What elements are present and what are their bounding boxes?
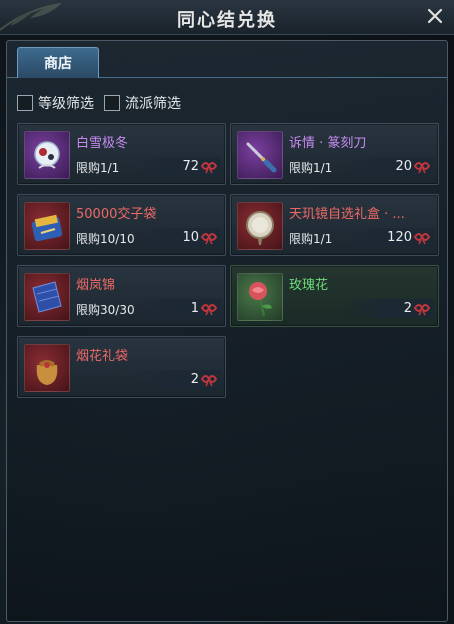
level-filter[interactable]: 等级筛选 <box>17 93 94 113</box>
item-icon-frame <box>24 344 70 392</box>
shop-item-card[interactable]: 诉情 · 篆刻刀 限购1/1 20 <box>230 123 439 185</box>
school-filter-checkbox[interactable] <box>104 95 120 111</box>
title-bar: 同心结兑换 <box>0 0 454 35</box>
concentric-knot-icon <box>200 375 218 387</box>
concentric-knot-icon <box>200 233 218 245</box>
item-purchase-limit: 限购1/1 <box>76 161 120 175</box>
carving-knife-icon <box>246 142 277 173</box>
item-price: 1 <box>190 301 199 316</box>
item-icon-frame <box>24 202 70 250</box>
concentric-knot-icon <box>200 304 218 316</box>
filter-row: 等级筛选 流派筛选 <box>17 93 181 113</box>
shop-item-card[interactable]: 天玑镜自选礼盒 · ... 限购1/1 120 <box>230 194 439 256</box>
level-filter-label: 等级筛选 <box>38 96 94 112</box>
brocade-icon <box>32 281 62 313</box>
item-icon-frame <box>237 273 283 321</box>
item-name: 烟岚锦 <box>76 278 116 293</box>
shop-item-card[interactable]: 玫瑰花 2 <box>230 265 439 327</box>
school-filter-label: 流派筛选 <box>125 96 181 112</box>
item-price: 2 <box>190 372 199 387</box>
item-purchase-limit: 限购30/30 <box>76 303 135 317</box>
item-name: 50000交子袋 <box>76 207 157 222</box>
snow-orb-icon <box>34 141 60 169</box>
item-price: 2 <box>403 301 412 316</box>
item-icon-frame <box>24 273 70 321</box>
concentric-knot-icon <box>413 233 431 245</box>
item-name: 烟花礼袋 <box>76 349 129 364</box>
item-purchase-limit: 限购10/10 <box>76 232 135 246</box>
shop-item-card[interactable]: 50000交子袋 限购10/10 10 <box>17 194 226 256</box>
item-price: 10 <box>182 230 199 245</box>
item-price: 120 <box>387 230 412 245</box>
close-icon[interactable] <box>426 7 444 25</box>
item-purchase-limit: 限购1/1 <box>289 232 333 246</box>
item-price: 20 <box>395 159 412 174</box>
tab-shop[interactable]: 商店 <box>17 47 99 78</box>
shop-item-card[interactable]: 烟花礼袋 2 <box>17 336 226 398</box>
item-icon-frame <box>237 131 283 179</box>
shop-item-card[interactable]: 白雪极冬 限购1/1 72 <box>17 123 226 185</box>
item-price: 72 <box>182 159 199 174</box>
rose-icon <box>249 282 272 317</box>
money-bag-icon <box>31 214 63 242</box>
gift-pouch-icon <box>36 360 58 385</box>
level-filter-checkbox[interactable] <box>17 95 33 111</box>
concentric-knot-icon <box>200 162 218 174</box>
item-name: 白雪极冬 <box>76 136 129 151</box>
school-filter[interactable]: 流派筛选 <box>104 93 181 113</box>
shop-item-card[interactable]: 烟岚锦 限购30/30 1 <box>17 265 226 327</box>
concentric-knot-icon <box>413 304 431 316</box>
item-name: 天玑镜自选礼盒 · ... <box>289 207 405 222</box>
shop-panel: 商店 等级筛选 流派筛选 白雪极冬 限购1/1 72 诉情 · 篆刻刀 限购1/… <box>6 40 448 622</box>
item-name: 玫瑰花 <box>289 278 329 293</box>
tab-bar: 商店 <box>7 41 447 78</box>
exchange-window: 同心结兑换 商店 等级筛选 流派筛选 白雪极冬 限购1/1 72 诉情 · 篆刻… <box>0 0 454 624</box>
item-purchase-limit: 限购1/1 <box>289 161 333 175</box>
concentric-knot-icon <box>413 162 431 174</box>
item-name: 诉情 · 篆刻刀 <box>289 136 367 151</box>
item-icon-frame <box>24 131 70 179</box>
item-icon-frame <box>237 202 283 250</box>
close-button[interactable] <box>424 5 446 27</box>
window-title: 同心结兑换 <box>177 10 277 31</box>
mirror-icon <box>246 211 274 245</box>
